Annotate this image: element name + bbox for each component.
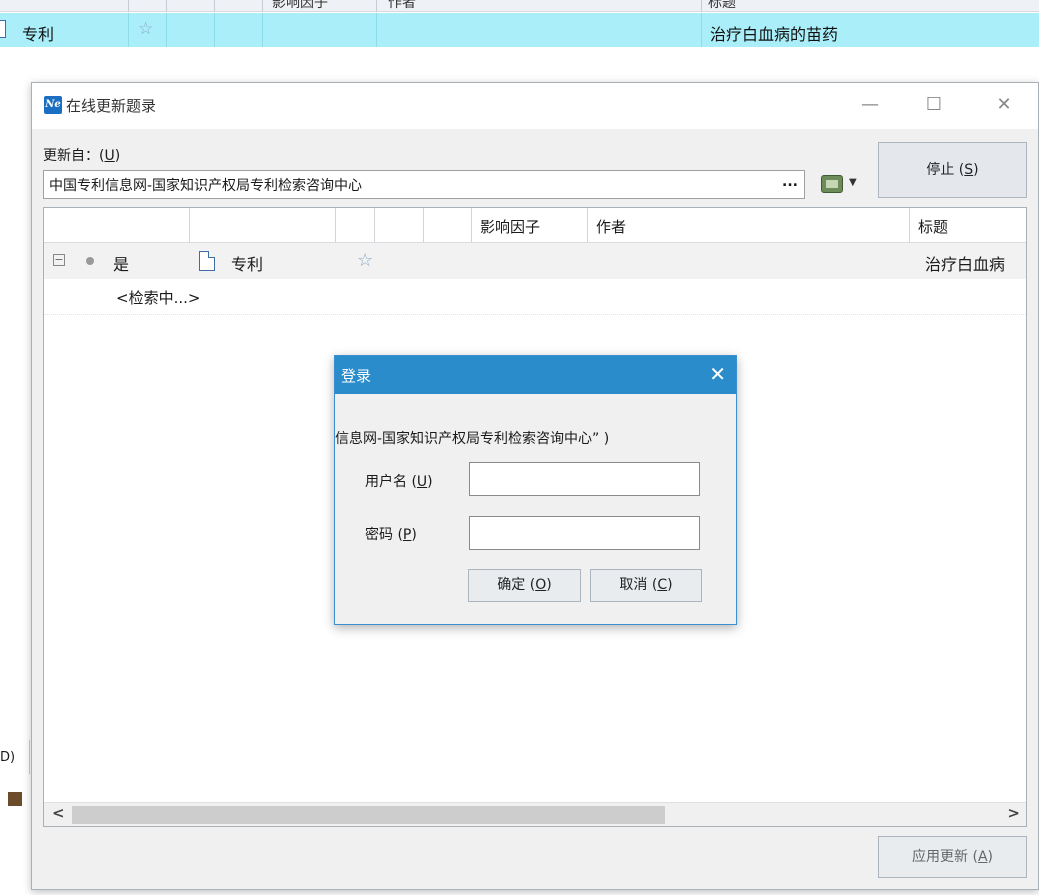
status-text: 是 bbox=[113, 255, 130, 274]
stop-button[interactable]: 停止 (S) bbox=[878, 142, 1027, 198]
column-header-title[interactable]: 标题 bbox=[909, 208, 1026, 243]
document-icon bbox=[0, 20, 6, 38]
dialog-title: 在线更新题录 bbox=[66, 97, 157, 115]
login-titlebar[interactable]: 登录 ✕ bbox=[335, 356, 736, 394]
bg-col-title: 标题 bbox=[708, 0, 736, 11]
column-header[interactable] bbox=[189, 208, 190, 243]
username-label: 用户名 (U) bbox=[365, 474, 433, 490]
column-header[interactable] bbox=[335, 208, 336, 243]
column-separator bbox=[701, 0, 702, 12]
column-separator bbox=[262, 0, 263, 12]
login-title: 登录 bbox=[341, 367, 372, 385]
scroll-left-icon[interactable]: < bbox=[52, 804, 65, 822]
close-button[interactable]: ✕ bbox=[989, 91, 1019, 119]
database-icon bbox=[821, 175, 843, 193]
app-icon: Ne bbox=[44, 96, 62, 114]
minimize-button[interactable]: — bbox=[855, 91, 885, 119]
column-separator bbox=[701, 13, 702, 47]
column-separator bbox=[128, 0, 129, 12]
database-dropdown[interactable]: ▼ bbox=[821, 171, 861, 197]
apply-update-button[interactable]: 应用更新 (A) bbox=[878, 836, 1027, 878]
maximize-button[interactable]: ☐ bbox=[919, 91, 949, 119]
table-header: 影响因子 作者 标题 bbox=[44, 208, 1026, 243]
browse-button[interactable]: ... bbox=[782, 174, 798, 190]
bg-row-title: 治疗白血病的苗药 bbox=[710, 25, 839, 44]
column-separator bbox=[166, 0, 167, 12]
type-text: 专利 bbox=[231, 255, 264, 274]
column-separator bbox=[166, 13, 167, 47]
document-icon bbox=[199, 251, 215, 271]
update-from-label: 更新自：(U) bbox=[43, 148, 121, 164]
column-separator bbox=[214, 13, 215, 47]
column-header-author[interactable]: 作者 bbox=[587, 208, 909, 243]
bg-col-author: 作者 bbox=[388, 0, 416, 11]
status-dot-icon bbox=[86, 257, 94, 265]
scrollbar-thumb[interactable] bbox=[72, 806, 665, 824]
background-list-row[interactable]: 专利 ☆ 治疗白血病的苗药 bbox=[0, 13, 1039, 47]
title-text: 治疗白血病 bbox=[925, 255, 1006, 274]
source-combo[interactable]: 中国专利信息网-国家知识产权局专利检索咨询中心 ... bbox=[43, 170, 805, 199]
scroll-right-icon[interactable]: > bbox=[1007, 804, 1020, 822]
login-dialog: 登录 ✕ 信息网-国家知识产权局专利检索咨询中心” ) 用户名 (U) 密码 (… bbox=[334, 355, 737, 625]
background-panel-tab[interactable]: D) bbox=[0, 740, 30, 774]
cancel-button[interactable]: 取消 (C) bbox=[590, 569, 702, 602]
dropdown-arrow-icon: ▼ bbox=[849, 177, 857, 188]
star-icon[interactable]: ☆ bbox=[138, 19, 153, 39]
username-input[interactable] bbox=[469, 462, 700, 496]
star-icon[interactable]: ☆ bbox=[357, 250, 373, 271]
login-message: 信息网-国家知识产权局专利检索咨询中心” ) bbox=[335, 431, 610, 447]
column-header[interactable] bbox=[423, 208, 424, 243]
collapse-icon[interactable]: − bbox=[53, 254, 65, 266]
column-separator bbox=[376, 13, 377, 47]
background-list-header: 影响因子 作者 标题 bbox=[0, 0, 1039, 12]
close-icon[interactable]: ✕ bbox=[709, 362, 726, 386]
bg-col-impact: 影响因子 bbox=[272, 0, 328, 11]
password-input[interactable] bbox=[469, 516, 700, 550]
bg-row-type: 专利 bbox=[22, 25, 55, 44]
horizontal-scrollbar[interactable]: < > bbox=[44, 802, 1026, 826]
column-separator bbox=[376, 0, 377, 12]
column-separator bbox=[128, 13, 129, 47]
table-row[interactable]: <检索中...> bbox=[44, 279, 1026, 315]
dialog-titlebar[interactable]: Ne 在线更新题录 — ☐ ✕ bbox=[32, 83, 1038, 129]
searching-text: <检索中...> bbox=[116, 289, 201, 307]
column-header-impact-factor[interactable]: 影响因子 bbox=[471, 208, 587, 243]
source-value: 中国专利信息网-国家知识产权局专利检索咨询中心 bbox=[49, 178, 363, 194]
column-separator bbox=[214, 0, 215, 12]
column-header[interactable] bbox=[374, 208, 375, 243]
ok-button[interactable]: 确定 (O) bbox=[468, 569, 581, 602]
table-row[interactable]: − 是 专利 ☆ 治疗白血病 bbox=[44, 243, 1026, 279]
password-label: 密码 (P) bbox=[365, 527, 417, 543]
column-separator bbox=[262, 13, 263, 47]
book-icon[interactable] bbox=[8, 792, 22, 806]
